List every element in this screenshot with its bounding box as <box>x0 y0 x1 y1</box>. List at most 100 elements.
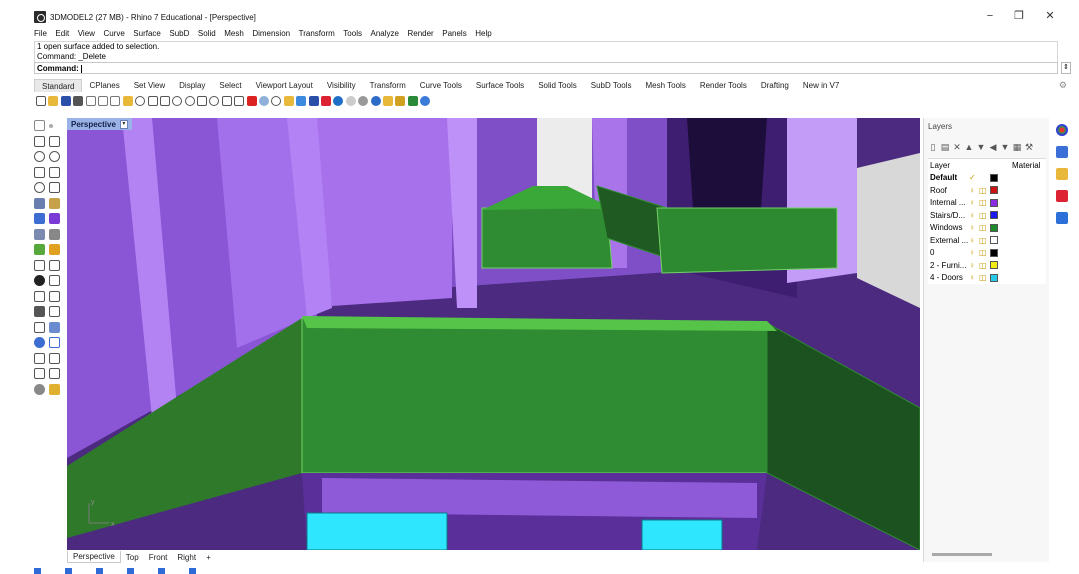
command-line[interactable]: Command: <box>34 62 1058 74</box>
polygon-icon[interactable] <box>34 166 45 178</box>
group-icon[interactable] <box>34 321 45 333</box>
cut-icon[interactable] <box>97 96 108 106</box>
move-up-icon[interactable]: ▲ <box>964 142 974 152</box>
analyze-icon[interactable] <box>34 337 45 348</box>
mesh-icon[interactable] <box>34 228 45 240</box>
orient-icon[interactable] <box>34 368 45 379</box>
tab-select[interactable]: Select <box>212 79 248 92</box>
tab-standard[interactable]: Standard <box>34 79 83 92</box>
layer-row[interactable]: External ... ♀ ◫ <box>928 234 1046 247</box>
notification-icon[interactable] <box>1056 212 1068 224</box>
minimize-button[interactable]: − <box>983 9 997 23</box>
tab-cplanes[interactable]: CPlanes <box>82 79 126 92</box>
paste-icon[interactable] <box>122 96 133 106</box>
import-icon[interactable] <box>85 96 96 106</box>
point-icon[interactable] <box>49 124 53 128</box>
new-sublayer-icon[interactable]: ▤ <box>940 142 950 152</box>
lock-icon[interactable]: ◫ <box>979 273 988 282</box>
layer-color-swatch[interactable] <box>990 198 998 207</box>
edit-mesh-icon[interactable] <box>49 228 60 240</box>
lightbulb-icon[interactable]: ♀ <box>969 186 979 195</box>
horizontal-scrollbar[interactable] <box>932 553 992 556</box>
zoom-extents-icon[interactable] <box>197 96 208 106</box>
menu-solid[interactable]: Solid <box>198 29 216 38</box>
undo-icon[interactable] <box>135 96 146 106</box>
menu-help[interactable]: Help <box>475 29 491 38</box>
command-scroll-arrows[interactable]: ⇕ <box>1061 62 1071 74</box>
snapshot-icon[interactable] <box>407 96 418 106</box>
environment-icon[interactable] <box>370 96 381 106</box>
menu-subd[interactable]: SubD <box>169 29 189 38</box>
perspective-viewport[interactable]: y x <box>67 118 920 550</box>
named-view-icon[interactable] <box>259 96 270 106</box>
lock-icon[interactable] <box>308 96 319 106</box>
tab-display[interactable]: Display <box>172 79 212 92</box>
layer-row[interactable]: 4 - Doors ♀ ◫ <box>928 272 1046 285</box>
menu-render[interactable]: Render <box>407 29 433 38</box>
lightbulb-icon[interactable]: ♀ <box>969 261 979 270</box>
menu-panels[interactable]: Panels <box>442 29 466 38</box>
pan-icon[interactable] <box>147 96 158 106</box>
lock-icon[interactable]: ◫ <box>979 211 988 220</box>
layer-icon[interactable] <box>320 96 331 106</box>
block-icon[interactable] <box>49 321 60 333</box>
zoom-window-icon[interactable] <box>184 96 195 106</box>
tab-drafting[interactable]: Drafting <box>754 79 796 92</box>
tab-mesh-tools[interactable]: Mesh Tools <box>639 79 693 92</box>
lightbulb-icon[interactable]: ♀ <box>969 248 979 257</box>
arc-icon[interactable] <box>49 151 60 162</box>
menu-curve[interactable]: Curve <box>103 29 124 38</box>
ellipse-icon[interactable] <box>34 182 45 193</box>
lock-icon[interactable]: ◫ <box>979 198 988 207</box>
layer-color-swatch[interactable] <box>990 173 998 182</box>
layer-color-swatch[interactable] <box>990 223 998 232</box>
sun-icon[interactable] <box>49 383 60 395</box>
checkbox[interactable] <box>65 568 72 574</box>
tab-front[interactable]: Front <box>144 552 173 563</box>
close-button[interactable]: ✕ <box>1043 9 1057 23</box>
filter-icon[interactable]: ▼ <box>1000 142 1010 152</box>
lightbulb-icon[interactable] <box>296 96 307 106</box>
chevron-down-icon[interactable]: ▾ <box>119 119 128 129</box>
zoom-selected-icon[interactable] <box>209 96 220 106</box>
tab-viewport-layout[interactable]: Viewport Layout <box>249 79 320 92</box>
restore-button[interactable]: ❐ <box>1012 9 1026 23</box>
display-icon[interactable] <box>1056 146 1068 158</box>
polyline-icon[interactable] <box>34 135 45 147</box>
tab-perspective[interactable]: Perspective <box>67 551 121 563</box>
subd-icon[interactable] <box>34 244 45 255</box>
tab-solid-tools[interactable]: Solid Tools <box>531 79 584 92</box>
new-layer-icon[interactable]: ▯ <box>928 142 938 152</box>
render-icon[interactable] <box>34 383 45 395</box>
layer-row[interactable]: Default ✓ <box>928 172 1046 185</box>
checkbox[interactable] <box>158 568 165 574</box>
four-view-icon[interactable] <box>234 96 245 106</box>
cplane-icon[interactable] <box>246 96 257 106</box>
tab-render-tools[interactable]: Render Tools <box>693 79 754 92</box>
material-sphere-icon[interactable] <box>358 96 369 106</box>
menu-file[interactable]: File <box>34 29 47 38</box>
undo-view-icon[interactable] <box>221 96 232 106</box>
select-icon[interactable] <box>283 96 294 106</box>
zoom-icon[interactable] <box>172 96 183 106</box>
rotate-view-icon[interactable] <box>159 96 170 106</box>
menu-surface[interactable]: Surface <box>133 29 161 38</box>
checkbox[interactable] <box>96 568 103 574</box>
lightbulb-icon[interactable]: ♀ <box>969 223 979 232</box>
rectangle-icon[interactable] <box>49 166 60 178</box>
join-icon[interactable] <box>34 275 45 286</box>
checkbox[interactable] <box>127 568 134 574</box>
layer-row[interactable]: Internal ... ♀ ◫ <box>928 197 1046 210</box>
boolean-icon[interactable] <box>49 244 60 255</box>
menu-transform[interactable]: Transform <box>299 29 335 38</box>
copy-icon[interactable] <box>110 96 121 106</box>
gear-icon[interactable]: ⚙ <box>1059 80 1067 91</box>
document-icon[interactable]: ▦ <box>1012 142 1022 152</box>
menu-analyze[interactable]: Analyze <box>371 29 399 38</box>
tools-icon[interactable]: ⚒ <box>1024 142 1034 152</box>
lock-icon[interactable]: ◫ <box>979 223 988 232</box>
fillet-curve-icon[interactable] <box>49 182 60 193</box>
move-down-icon[interactable]: ▼ <box>976 142 986 152</box>
light-icon[interactable] <box>382 96 393 106</box>
tab-surface-tools[interactable]: Surface Tools <box>469 79 531 92</box>
